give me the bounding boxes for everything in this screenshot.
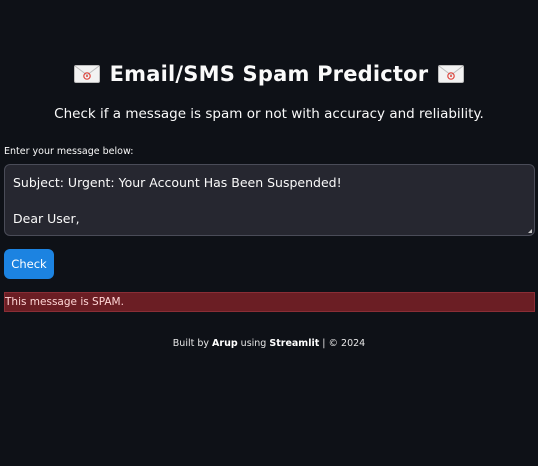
- footer: Built by Arup using Streamlit | © 2024: [0, 338, 538, 349]
- message-input-label: Enter your message below:: [4, 146, 134, 157]
- footer-suffix: | © 2024: [322, 338, 366, 349]
- spam-result-banner: This message is SPAM.: [4, 292, 535, 312]
- footer-framework: Streamlit: [269, 338, 320, 349]
- resize-handle-icon[interactable]: [528, 229, 532, 233]
- page-subtitle: Check if a message is spam or not with a…: [54, 106, 484, 122]
- page-title: Email/SMS Spam Predictor: [109, 62, 429, 86]
- title-row: Email/SMS Spam Predictor: [0, 62, 538, 86]
- footer-prefix: Built by: [172, 338, 209, 349]
- message-line: [13, 192, 526, 210]
- message-line: Dear User,: [13, 211, 80, 226]
- envelope-icon: [73, 65, 100, 83]
- message-textarea[interactable]: Subject: Urgent: Your Account Has Been S…: [4, 164, 535, 236]
- footer-middle: using: [240, 338, 267, 349]
- footer-author: Arup: [212, 338, 238, 349]
- check-button[interactable]: Check: [4, 249, 54, 279]
- message-line: Subject: Urgent: Your Account Has Been S…: [13, 175, 342, 190]
- envelope-icon: [438, 65, 465, 83]
- app-container: Email/SMS Spam Predictor Check if a mess…: [0, 0, 538, 466]
